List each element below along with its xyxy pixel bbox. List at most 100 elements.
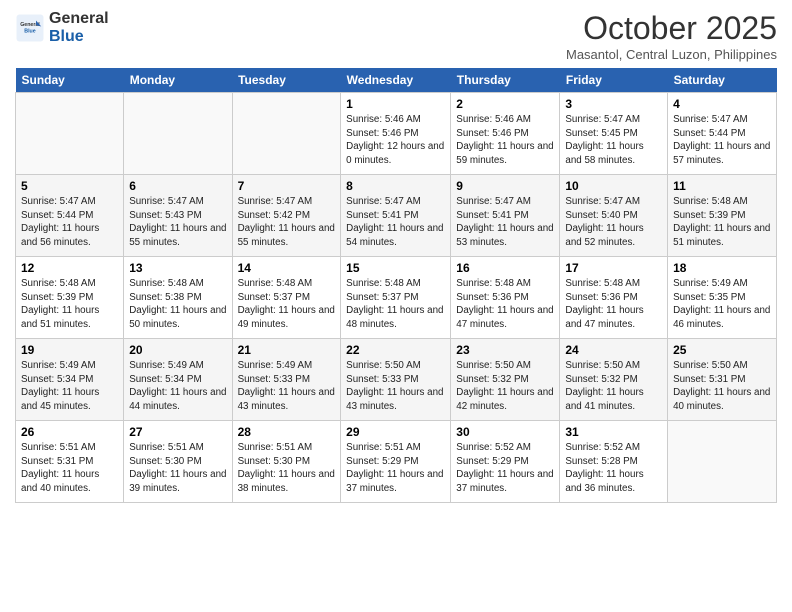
day-number: 9	[456, 179, 554, 193]
day-number: 6	[129, 179, 226, 193]
daylight-text: Daylight: 11 hours and 49 minutes.	[238, 305, 335, 330]
sunset-text: Sunset: 5:43 PM	[129, 210, 201, 221]
sunset-text: Sunset: 5:39 PM	[21, 292, 93, 303]
logo-icon: General Blue	[15, 13, 45, 43]
daylight-text: Daylight: 12 hours and 0 minutes.	[346, 141, 444, 166]
day-number: 12	[21, 261, 118, 275]
sunrise-text: Sunrise: 5:52 AM	[456, 442, 531, 453]
col-tuesday: Tuesday	[232, 68, 341, 93]
title-block: October 2025 Masantol, Central Luzon, Ph…	[566, 10, 777, 62]
table-row: 12 Sunrise: 5:48 AM Sunset: 5:39 PM Dayl…	[16, 257, 124, 339]
table-row: 5 Sunrise: 5:47 AM Sunset: 5:44 PM Dayli…	[16, 175, 124, 257]
sunrise-text: Sunrise: 5:51 AM	[129, 442, 204, 453]
sunset-text: Sunset: 5:33 PM	[238, 374, 310, 385]
calendar-week-row: 1 Sunrise: 5:46 AM Sunset: 5:46 PM Dayli…	[16, 93, 777, 175]
day-info: Sunrise: 5:48 AM Sunset: 5:36 PM Dayligh…	[565, 277, 662, 332]
sunset-text: Sunset: 5:46 PM	[456, 128, 528, 139]
daylight-text: Daylight: 11 hours and 47 minutes.	[565, 305, 643, 330]
day-number: 19	[21, 343, 118, 357]
calendar-week-row: 12 Sunrise: 5:48 AM Sunset: 5:39 PM Dayl…	[16, 257, 777, 339]
table-row	[16, 93, 124, 175]
day-info: Sunrise: 5:51 AM Sunset: 5:30 PM Dayligh…	[238, 441, 336, 496]
sunset-text: Sunset: 5:46 PM	[346, 128, 418, 139]
sunset-text: Sunset: 5:37 PM	[346, 292, 418, 303]
day-number: 8	[346, 179, 445, 193]
table-row: 31 Sunrise: 5:52 AM Sunset: 5:28 PM Dayl…	[560, 421, 668, 503]
sunrise-text: Sunrise: 5:48 AM	[129, 278, 204, 289]
day-info: Sunrise: 5:52 AM Sunset: 5:28 PM Dayligh…	[565, 441, 662, 496]
day-number: 10	[565, 179, 662, 193]
table-row: 29 Sunrise: 5:51 AM Sunset: 5:29 PM Dayl…	[341, 421, 451, 503]
day-info: Sunrise: 5:47 AM Sunset: 5:44 PM Dayligh…	[21, 195, 118, 250]
day-info: Sunrise: 5:47 AM Sunset: 5:43 PM Dayligh…	[129, 195, 226, 250]
page-container: General Blue General Blue October 2025 M…	[0, 0, 792, 513]
day-number: 26	[21, 425, 118, 439]
day-number: 1	[346, 97, 445, 111]
sunrise-text: Sunrise: 5:51 AM	[238, 442, 313, 453]
table-row: 21 Sunrise: 5:49 AM Sunset: 5:33 PM Dayl…	[232, 339, 341, 421]
sunset-text: Sunset: 5:38 PM	[129, 292, 201, 303]
table-row: 16 Sunrise: 5:48 AM Sunset: 5:36 PM Dayl…	[451, 257, 560, 339]
col-thursday: Thursday	[451, 68, 560, 93]
table-row	[232, 93, 341, 175]
daylight-text: Daylight: 11 hours and 43 minutes.	[346, 387, 443, 412]
table-row: 20 Sunrise: 5:49 AM Sunset: 5:34 PM Dayl…	[124, 339, 232, 421]
sunset-text: Sunset: 5:35 PM	[673, 292, 745, 303]
daylight-text: Daylight: 11 hours and 58 minutes.	[565, 141, 643, 166]
daylight-text: Daylight: 11 hours and 42 minutes.	[456, 387, 553, 412]
day-info: Sunrise: 5:49 AM Sunset: 5:34 PM Dayligh…	[129, 359, 226, 414]
sunrise-text: Sunrise: 5:47 AM	[673, 114, 748, 125]
day-number: 27	[129, 425, 226, 439]
sunset-text: Sunset: 5:29 PM	[456, 456, 528, 467]
day-info: Sunrise: 5:47 AM Sunset: 5:41 PM Dayligh…	[456, 195, 554, 250]
day-info: Sunrise: 5:47 AM Sunset: 5:44 PM Dayligh…	[673, 113, 771, 168]
day-number: 4	[673, 97, 771, 111]
sunrise-text: Sunrise: 5:46 AM	[456, 114, 531, 125]
sunset-text: Sunset: 5:39 PM	[673, 210, 745, 221]
table-row: 24 Sunrise: 5:50 AM Sunset: 5:32 PM Dayl…	[560, 339, 668, 421]
sunset-text: Sunset: 5:34 PM	[129, 374, 201, 385]
day-info: Sunrise: 5:47 AM Sunset: 5:40 PM Dayligh…	[565, 195, 662, 250]
table-row: 6 Sunrise: 5:47 AM Sunset: 5:43 PM Dayli…	[124, 175, 232, 257]
day-info: Sunrise: 5:47 AM Sunset: 5:42 PM Dayligh…	[238, 195, 336, 250]
sunrise-text: Sunrise: 5:47 AM	[565, 114, 640, 125]
day-number: 15	[346, 261, 445, 275]
table-row: 9 Sunrise: 5:47 AM Sunset: 5:41 PM Dayli…	[451, 175, 560, 257]
day-info: Sunrise: 5:46 AM Sunset: 5:46 PM Dayligh…	[456, 113, 554, 168]
daylight-text: Daylight: 11 hours and 43 minutes.	[238, 387, 335, 412]
sunrise-text: Sunrise: 5:47 AM	[565, 196, 640, 207]
col-wednesday: Wednesday	[341, 68, 451, 93]
table-row: 25 Sunrise: 5:50 AM Sunset: 5:31 PM Dayl…	[668, 339, 777, 421]
sunset-text: Sunset: 5:29 PM	[346, 456, 418, 467]
daylight-text: Daylight: 11 hours and 37 minutes.	[346, 469, 443, 494]
daylight-text: Daylight: 11 hours and 46 minutes.	[673, 305, 770, 330]
day-number: 11	[673, 179, 771, 193]
sunrise-text: Sunrise: 5:52 AM	[565, 442, 640, 453]
day-number: 29	[346, 425, 445, 439]
day-info: Sunrise: 5:48 AM Sunset: 5:37 PM Dayligh…	[238, 277, 336, 332]
table-row: 23 Sunrise: 5:50 AM Sunset: 5:32 PM Dayl…	[451, 339, 560, 421]
day-info: Sunrise: 5:48 AM Sunset: 5:38 PM Dayligh…	[129, 277, 226, 332]
table-row: 15 Sunrise: 5:48 AM Sunset: 5:37 PM Dayl…	[341, 257, 451, 339]
day-info: Sunrise: 5:49 AM Sunset: 5:33 PM Dayligh…	[238, 359, 336, 414]
daylight-text: Daylight: 11 hours and 41 minutes.	[565, 387, 643, 412]
sunset-text: Sunset: 5:36 PM	[456, 292, 528, 303]
logo: General Blue General Blue	[15, 10, 109, 46]
header: General Blue General Blue October 2025 M…	[15, 10, 777, 62]
sunset-text: Sunset: 5:45 PM	[565, 128, 637, 139]
day-number: 23	[456, 343, 554, 357]
daylight-text: Daylight: 11 hours and 59 minutes.	[456, 141, 553, 166]
table-row: 19 Sunrise: 5:49 AM Sunset: 5:34 PM Dayl…	[16, 339, 124, 421]
sunrise-text: Sunrise: 5:48 AM	[565, 278, 640, 289]
sunrise-text: Sunrise: 5:50 AM	[456, 360, 531, 371]
table-row: 2 Sunrise: 5:46 AM Sunset: 5:46 PM Dayli…	[451, 93, 560, 175]
table-row: 17 Sunrise: 5:48 AM Sunset: 5:36 PM Dayl…	[560, 257, 668, 339]
day-number: 24	[565, 343, 662, 357]
day-info: Sunrise: 5:47 AM Sunset: 5:45 PM Dayligh…	[565, 113, 662, 168]
day-info: Sunrise: 5:47 AM Sunset: 5:41 PM Dayligh…	[346, 195, 445, 250]
sunrise-text: Sunrise: 5:48 AM	[673, 196, 748, 207]
day-info: Sunrise: 5:50 AM Sunset: 5:31 PM Dayligh…	[673, 359, 771, 414]
daylight-text: Daylight: 11 hours and 55 minutes.	[238, 223, 335, 248]
daylight-text: Daylight: 11 hours and 52 minutes.	[565, 223, 643, 248]
day-number: 21	[238, 343, 336, 357]
